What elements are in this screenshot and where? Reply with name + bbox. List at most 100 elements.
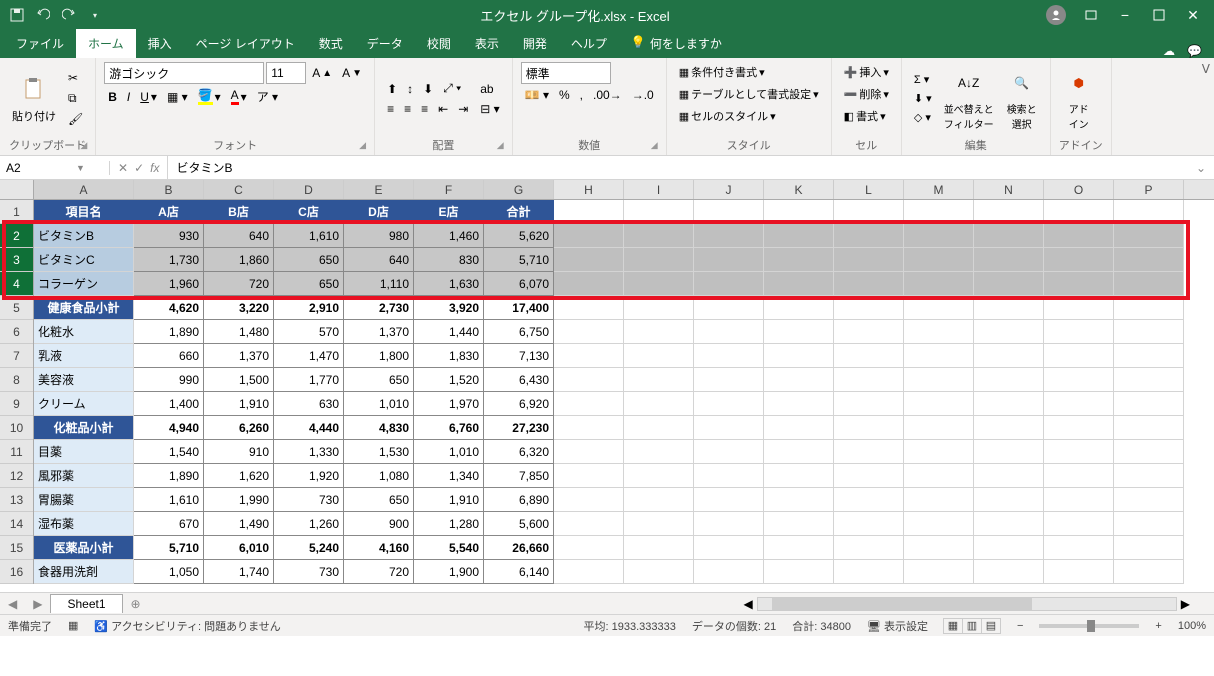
row-header[interactable]: 6 [0,320,33,344]
fill-button[interactable]: ⬇ ▾ [910,90,936,107]
font-name-combo[interactable] [104,62,264,84]
cell[interactable] [624,488,694,512]
cell[interactable]: D店 [344,200,414,224]
cell[interactable] [694,488,764,512]
cell[interactable] [904,536,974,560]
cell[interactable]: 1,910 [414,488,484,512]
undo-icon[interactable] [34,6,52,24]
column-header[interactable]: F [414,180,484,199]
cell[interactable] [1114,200,1184,224]
cell[interactable]: 1,280 [414,512,484,536]
cell[interactable]: 1,630 [414,272,484,296]
percent-button[interactable]: % [555,86,574,104]
cell[interactable]: 4,620 [134,296,204,320]
zoom-slider[interactable] [1039,624,1139,628]
cell[interactable] [904,416,974,440]
cell[interactable] [624,536,694,560]
row-header[interactable]: 15 [0,536,33,560]
font-color-button[interactable]: A ▾ [227,86,251,107]
cell[interactable] [834,248,904,272]
cell[interactable] [834,392,904,416]
cell[interactable]: 27,230 [484,416,554,440]
copy-button[interactable]: ⧉ [64,89,87,108]
cell[interactable]: 900 [344,512,414,536]
cell[interactable] [834,488,904,512]
cell[interactable] [554,224,624,248]
cell[interactable]: 6,070 [484,272,554,296]
cell[interactable] [764,296,834,320]
add-sheet-icon[interactable]: ⊕ [123,597,149,611]
indent-decrease-button[interactable]: ⇤ [434,100,452,118]
cell[interactable]: 4,440 [274,416,344,440]
share-icon[interactable]: ☁ [1163,44,1175,58]
cell[interactable]: 730 [274,560,344,584]
cell[interactable] [904,248,974,272]
cell[interactable] [904,296,974,320]
column-header[interactable]: P [1114,180,1184,199]
cell[interactable]: 910 [204,440,274,464]
zoom-in-button[interactable]: + [1155,620,1161,632]
cell[interactable] [834,536,904,560]
cell[interactable]: C店 [274,200,344,224]
cell[interactable] [974,440,1044,464]
dialog-launcher-icon[interactable]: ◢ [651,140,658,151]
cell[interactable] [1044,512,1114,536]
conditional-format-button[interactable]: ▦ 条件付き書式 ▾ [675,62,769,82]
cell[interactable]: 1,800 [344,344,414,368]
cell[interactable] [694,512,764,536]
cell[interactable] [834,320,904,344]
cell[interactable]: 1,730 [134,248,204,272]
align-left-button[interactable]: ≡ [383,100,398,118]
cell[interactable]: 乳液 [34,344,134,368]
column-header[interactable]: L [834,180,904,199]
cell[interactable] [1114,344,1184,368]
cell[interactable]: 1,770 [274,368,344,392]
sheet-nav-next-icon[interactable]: ▶ [25,597,50,611]
cell[interactable] [834,464,904,488]
align-right-button[interactable]: ≡ [417,100,432,118]
cell[interactable] [554,272,624,296]
cell[interactable] [1044,392,1114,416]
cell[interactable]: ビタミンC [34,248,134,272]
cell[interactable]: 6,920 [484,392,554,416]
cell[interactable]: 930 [134,224,204,248]
cell[interactable]: 660 [134,344,204,368]
column-header[interactable]: B [134,180,204,199]
cell[interactable] [554,392,624,416]
font-size-combo[interactable] [266,62,306,84]
cell[interactable]: 1,610 [134,488,204,512]
cell[interactable] [554,560,624,584]
align-bottom-button[interactable]: ⬇ [419,80,437,98]
cell[interactable] [1114,488,1184,512]
insert-cells-button[interactable]: ➕ 挿入 ▾ [840,62,893,82]
cell[interactable] [1114,272,1184,296]
cell[interactable] [974,464,1044,488]
find-select-button[interactable]: 🔍 検索と 選択 [1002,65,1042,133]
column-header[interactable]: I [624,180,694,199]
account-avatar-icon[interactable] [1046,5,1066,25]
fill-color-button[interactable]: 🪣 ▾ [194,86,225,107]
cell[interactable]: クリーム [34,392,134,416]
cell[interactable] [694,320,764,344]
enter-formula-icon[interactable]: ✓ [134,161,144,175]
cell[interactable] [694,464,764,488]
align-center-button[interactable]: ≡ [400,100,415,118]
merge-center-button[interactable]: ⊟ ▾ [476,100,503,118]
cell[interactable]: 650 [344,488,414,512]
align-middle-button[interactable]: ↕ [403,80,417,98]
accessibility-status[interactable]: ♿ アクセシビリティ: 問題ありません [94,618,280,634]
cell[interactable]: 4,830 [344,416,414,440]
tab-review[interactable]: 校閲 [415,29,463,58]
cell[interactable] [1114,296,1184,320]
cell[interactable] [1044,344,1114,368]
cell[interactable]: 730 [274,488,344,512]
row-header[interactable]: 7 [0,344,33,368]
cell[interactable] [1114,392,1184,416]
cell[interactable] [1044,440,1114,464]
cell[interactable] [1044,368,1114,392]
cell[interactable] [834,296,904,320]
cell[interactable]: 640 [204,224,274,248]
sheet-tab[interactable]: Sheet1 [50,594,122,613]
close-icon[interactable]: ✕ [1184,6,1202,24]
cell[interactable] [554,296,624,320]
